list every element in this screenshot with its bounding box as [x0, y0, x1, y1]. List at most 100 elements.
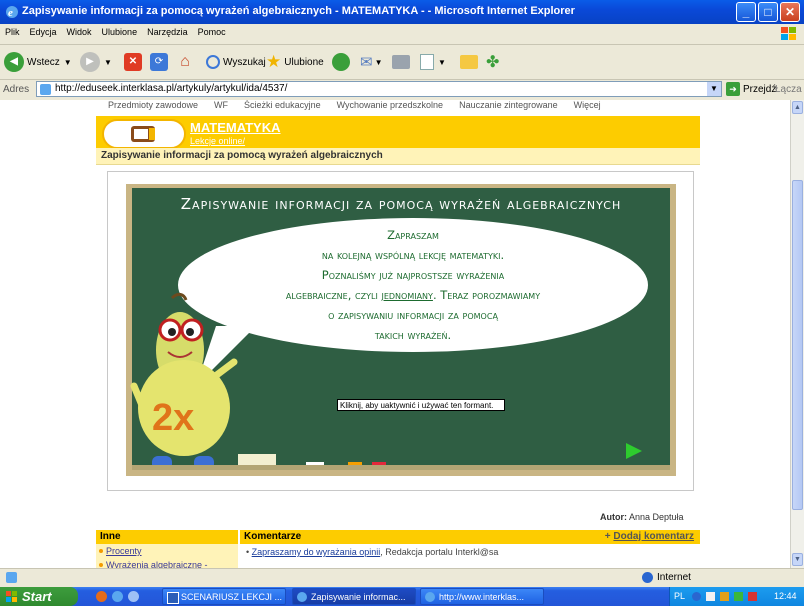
other-link[interactable]: Procenty [106, 546, 142, 556]
bubble-line: Poznaliśmy już najprostsze wyrażenia [321, 268, 505, 282]
network-icon[interactable] [692, 592, 701, 601]
menu-view[interactable]: Widok [62, 24, 97, 37]
activate-control-tooltip: Kliknij, aby uaktywnić i używać ten form… [337, 399, 505, 411]
comments-header: Komentarze + Dodaj komentarz [240, 530, 700, 544]
nav-item[interactable]: Nauczanie zintegrowane [459, 100, 558, 110]
speech-bubble-text: Zapraszam na kolejną wspólną lekcję mate… [190, 225, 636, 345]
bubble-line: Zapraszam [387, 228, 439, 242]
svg-text:e: e [8, 7, 13, 19]
nav-item[interactable]: Więcej [574, 100, 601, 110]
next-arrow-icon[interactable] [624, 441, 644, 461]
add-comment-link[interactable]: + Dodaj komentarz [605, 530, 694, 544]
article-title-bar: Zapisywanie informacji za pomocą wyrażeń… [96, 148, 700, 165]
web-page-viewport: Przedmioty zawodowe WF Ścieżki edukacyjne W… [0, 100, 790, 568]
address-input[interactable]: http://eduseek.interklasa.pl/artykuly/ar… [36, 81, 722, 97]
messenger-icon: ✤ [486, 54, 500, 71]
vertical-scrollbar[interactable]: ▲ ▼ [790, 100, 804, 568]
dropdown-arrow-icon: ▼ [63, 57, 72, 67]
window-title-bar: e Zapisywanie informacji za pomocą wyraż… [0, 0, 804, 24]
stop-icon: ✕ [124, 53, 142, 71]
close-button[interactable]: ✕ [780, 2, 800, 22]
scroll-down-icon[interactable]: ▼ [792, 553, 803, 566]
comment-link[interactable]: Zapraszamy do wyrażania opinii [252, 547, 381, 557]
address-dropdown-icon[interactable]: ▼ [707, 82, 721, 96]
taskbar-item-ie[interactable]: http://www.interklas... [420, 588, 544, 605]
other-header: Inne [96, 530, 238, 544]
forward-button[interactable]: ▶ ▼ [80, 51, 112, 73]
taskbar-item-ie-active[interactable]: Zapisywanie informac... [292, 588, 416, 605]
mail-button[interactable]: ✉ ▼ [360, 51, 383, 73]
bubble-line: o zapisywaniu informacji za pomocą [328, 308, 498, 322]
globe-icon [642, 572, 653, 583]
nav-item[interactable]: Przedmioty zawodowe [108, 100, 198, 110]
menu-favorites[interactable]: Ulubione [97, 24, 143, 37]
tray-icon[interactable] [734, 592, 743, 601]
maximize-button[interactable]: □ [758, 2, 778, 22]
status-bar: Internet [0, 568, 804, 588]
messenger-button[interactable]: ✤ [486, 51, 499, 73]
menu-tools[interactable]: Narzędzia [142, 24, 193, 37]
bullet-icon [99, 549, 103, 553]
menu-help[interactable]: Pomoc [193, 24, 231, 37]
bubble-line: algebraiczne, czyli jednomiany. Teraz po… [285, 288, 541, 302]
history-button[interactable] [332, 51, 350, 73]
go-arrow-icon: ➜ [726, 82, 740, 96]
bubble-line: takich wyrażeń. [374, 328, 452, 342]
book-icon [131, 126, 155, 142]
mascot-label: 2x [152, 397, 194, 439]
top-navigation: Przedmioty zawodowe WF Ścieżki edukacyjne W… [108, 100, 700, 110]
standard-toolbar: ◀ Wstecz ▼ ▶ ▼ ✕ ⟳ ⌂ Wyszukaj ★ Ulubione ✉… [0, 45, 804, 80]
word-icon [167, 592, 179, 604]
clock[interactable]: 12:44 [774, 587, 797, 606]
zone-label: Internet [657, 572, 691, 583]
subject-title-link[interactable]: MATEMATYKA [190, 120, 281, 135]
links-label[interactable]: Łącza [775, 84, 802, 95]
start-button[interactable]: Start [0, 587, 78, 606]
print-button[interactable] [392, 51, 410, 73]
shield-icon[interactable] [748, 592, 757, 601]
scrollbar-thumb[interactable] [792, 180, 803, 510]
quicklaunch-icon[interactable] [96, 591, 107, 602]
go-button[interactable]: ➜ Przejdź [726, 82, 776, 96]
scroll-up-icon[interactable]: ▲ [792, 101, 803, 114]
subject-breadcrumb-link[interactable]: Lekcje online/ [190, 136, 245, 146]
nav-item[interactable]: Ścieżki edukacyjne [244, 100, 321, 110]
menu-edit[interactable]: Edycja [25, 24, 62, 37]
subject-header-bar [96, 116, 700, 148]
edit-button[interactable]: ▼ [420, 51, 446, 73]
quicklaunch-icon[interactable] [128, 591, 139, 602]
folder-icon [460, 55, 478, 69]
forward-arrow-icon: ▶ [80, 52, 100, 72]
nav-item[interactable]: Wychowanie przedszkolne [337, 100, 443, 110]
back-button[interactable]: ◀ Wstecz ▼ [4, 51, 72, 73]
pear-mascot: 2x [130, 292, 238, 470]
folder-button[interactable] [460, 51, 478, 73]
chalk-tray [132, 465, 670, 470]
refresh-button[interactable]: ⟳ [150, 51, 168, 73]
minimize-button[interactable]: _ [736, 2, 756, 22]
favorites-button[interactable]: ★ Ulubione [266, 51, 324, 73]
ie-icon [425, 592, 435, 602]
bubble-line: na kolejną wspólną lekcję matematyki. [321, 248, 505, 262]
home-button[interactable]: ⌂ [176, 51, 194, 73]
menu-file[interactable]: Plik [0, 24, 25, 37]
search-button[interactable]: Wyszukaj [206, 51, 266, 73]
speaker-icon[interactable] [706, 592, 715, 601]
stop-button[interactable]: ✕ [124, 51, 142, 73]
history-icon [332, 53, 350, 71]
tray-icon[interactable] [720, 592, 729, 601]
author-label: Autor: [600, 512, 627, 522]
home-icon: ⌂ [180, 53, 190, 70]
other-link[interactable]: Wyrażenia algebraiczne - [106, 560, 207, 568]
language-indicator[interactable]: PL [674, 587, 685, 606]
favorites-label: Ulubione [284, 56, 324, 68]
system-tray: PL 12:44 [669, 587, 804, 606]
taskbar-item-word[interactable]: SCENARIUSZ LEKCJI ... [162, 588, 286, 605]
search-icon [206, 55, 220, 69]
quicklaunch-icon[interactable] [112, 591, 123, 602]
edit-document-icon [420, 54, 434, 70]
windows-flag-icon [6, 591, 17, 602]
back-label: Wstecz [27, 56, 60, 68]
nav-item[interactable]: WF [214, 100, 228, 110]
address-url: http://eduseek.interklasa.pl/artykuly/ar… [55, 83, 288, 94]
